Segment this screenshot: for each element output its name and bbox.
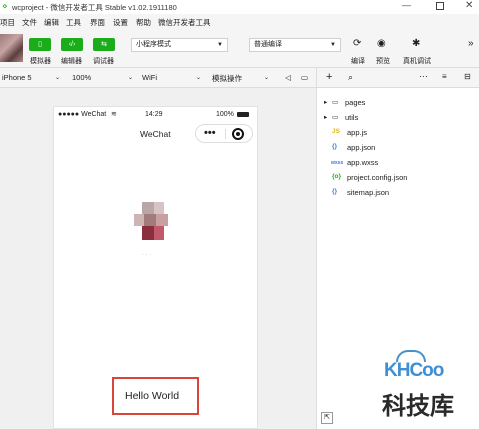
simulator-button[interactable]: ▯: [29, 38, 51, 51]
capsule-menu[interactable]: •••: [195, 124, 253, 143]
add-icon[interactable]: +: [326, 71, 332, 83]
search-icon[interactable]: ⌕: [348, 72, 353, 83]
chevron-down-icon: ⌄: [128, 75, 134, 81]
menu-item-view[interactable]: 界面: [90, 17, 105, 28]
swap-icon: ⇆: [101, 41, 107, 48]
menu-bar: 项目 文件 编辑 工具 界面 设置 帮助 微信开发者工具: [0, 14, 479, 30]
wifi-icon: ≋: [111, 111, 117, 118]
json-file-icon: {}: [332, 188, 338, 195]
tree-item-file[interactable]: {} app.json: [317, 141, 479, 155]
chevron-down-icon: ▼: [217, 42, 223, 48]
avatar[interactable]: [0, 34, 23, 62]
hello-text: Hello World: [125, 390, 180, 402]
simulate-select[interactable]: 模拟操作: [212, 73, 242, 84]
folder-icon: ▭: [332, 114, 339, 121]
outline-icon[interactable]: ⇱: [321, 412, 333, 424]
user-avatar: [134, 202, 174, 246]
folder-icon: ▭: [332, 99, 339, 106]
js-file-icon: JS: [332, 128, 340, 135]
window-icon[interactable]: ▭: [301, 73, 308, 82]
device-select[interactable]: iPhone 5: [2, 73, 32, 82]
menu-item-tools[interactable]: 工具: [66, 17, 81, 28]
menu-item-file[interactable]: 文件: [22, 17, 37, 28]
tree-item-file[interactable]: wxss app.wxss: [317, 156, 479, 170]
window-title: wcproject - 微信开发者工具 Stable v1.02.1911180: [12, 3, 177, 12]
close-icon[interactable]: ✕: [465, 0, 473, 11]
status-carrier: ●●●●● WeChat: [58, 111, 107, 118]
refresh-icon[interactable]: ⟳: [353, 38, 361, 49]
chevron-down-icon: ⌄: [264, 75, 270, 81]
file-panel-toolbar: + ⌕ ··· ≡ ⊟: [316, 68, 479, 88]
debugger-label: 调试器: [93, 58, 114, 65]
tree-item-file[interactable]: JS app.js: [317, 126, 479, 140]
compile-label: 编译: [351, 58, 365, 65]
json-file-icon: {}: [332, 143, 338, 150]
phone-icon: ▯: [38, 41, 42, 48]
chevron-right-icon: ▸: [324, 114, 328, 121]
phone-screen: ●●●●● WeChat ≋ 14:29 100% WeChat ••• · ·…: [53, 106, 258, 429]
menu-item-help[interactable]: 帮助: [136, 17, 151, 28]
status-time: 14:29: [145, 111, 163, 118]
chevron-down-icon: ⌄: [55, 75, 61, 81]
more-dots-icon[interactable]: •••: [204, 127, 216, 139]
device-bar: iPhone 5 ⌄ 100% ⌄ WiFi ⌄ 模拟操作 ⌄ ◁ ▭: [0, 68, 316, 88]
eye-icon[interactable]: ◉: [377, 38, 386, 49]
zoom-select[interactable]: 100%: [72, 73, 91, 82]
menu-item-wechat-devtools[interactable]: 微信开发者工具: [158, 17, 211, 28]
menu-item-project[interactable]: 项目: [0, 17, 15, 28]
maximize-icon[interactable]: [436, 2, 444, 10]
mode-select[interactable]: 小程序模式 ▼: [131, 38, 228, 52]
editor-label: 编辑器: [61, 58, 82, 65]
more-icon[interactable]: ···: [419, 71, 428, 81]
minimize-icon[interactable]: —: [402, 0, 411, 10]
status-battery: 100%: [216, 111, 234, 118]
more-icon[interactable]: »: [468, 38, 474, 49]
app-logo-icon: ⋄: [2, 1, 8, 11]
user-nickname: · · ·: [142, 252, 152, 258]
config-file-icon: {o}: [332, 173, 342, 180]
preview-label: 预览: [376, 58, 390, 65]
tree-item-file[interactable]: {o} project.config.json: [317, 171, 479, 185]
debugger-button[interactable]: ⇆: [93, 38, 115, 51]
chevron-down-icon: ⌄: [196, 75, 202, 81]
watermark-cn: 科技库: [382, 393, 454, 420]
remote-debug-label: 真机调试: [403, 58, 431, 65]
battery-icon: [237, 112, 249, 117]
tree-item-folder[interactable]: ▸ ▭ pages: [317, 96, 479, 110]
bug-icon[interactable]: ✱: [412, 38, 420, 49]
tree-item-folder[interactable]: ▸ ▭ utils: [317, 111, 479, 125]
wxss-file-icon: wxss: [331, 160, 344, 166]
sort-icon[interactable]: ≡: [442, 72, 447, 81]
title-bar: ⋄ wcproject - 微信开发者工具 Stable v1.02.19111…: [0, 0, 479, 14]
simulator-label: 模拟器: [30, 58, 51, 65]
chevron-down-icon: ▼: [330, 42, 336, 48]
tree-item-file[interactable]: {} sitemap.json: [317, 186, 479, 200]
network-select[interactable]: WiFi: [142, 73, 157, 82]
editor-button[interactable]: ‹/›: [61, 38, 83, 51]
watermark-brand: KHCoo: [384, 360, 444, 381]
menu-item-edit[interactable]: 编辑: [44, 17, 59, 28]
compile-select[interactable]: 普通编译 ▼: [249, 38, 341, 52]
menu-item-settings[interactable]: 设置: [113, 17, 128, 28]
nav-title: WeChat: [140, 129, 171, 139]
watermark-logo: KHCoo 科技库: [382, 350, 478, 426]
code-icon: ‹/›: [68, 41, 76, 48]
speaker-icon[interactable]: ◁: [285, 73, 291, 82]
chevron-right-icon: ▸: [324, 99, 328, 106]
collapse-icon[interactable]: ⊟: [464, 72, 471, 81]
toolbar: ▯ ‹/› ⇆ 模拟器 编辑器 调试器 小程序模式 ▼ 普通编译 ▼ ⟳ ◉ ✱ 编…: [0, 30, 479, 68]
